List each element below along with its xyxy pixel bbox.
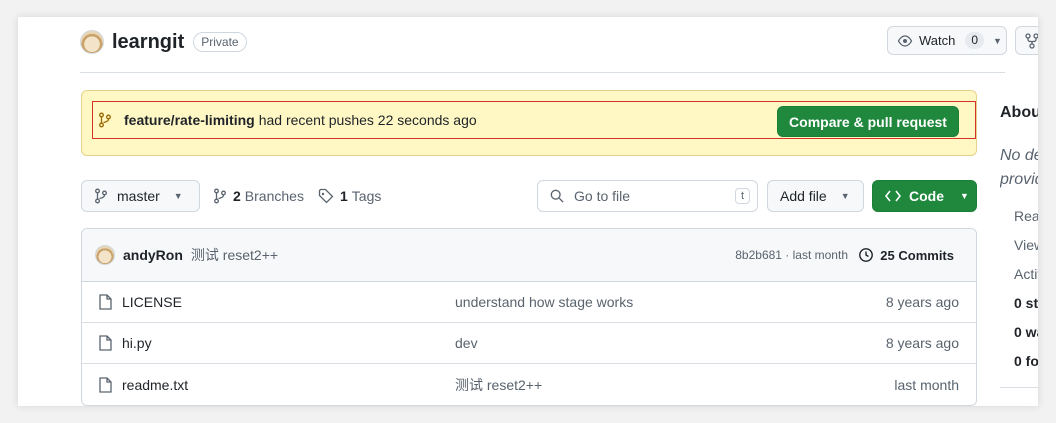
- chevron-down-icon: ▼: [840, 191, 850, 201]
- watch-label: Watch: [919, 33, 956, 48]
- pushed-branch-link[interactable]: feature/rate-limiting: [124, 112, 255, 128]
- commit-message[interactable]: 测试 reset2++: [191, 245, 278, 265]
- chevron-down-icon: ▼: [960, 191, 969, 201]
- code-button[interactable]: Code ▼: [872, 180, 977, 212]
- latest-commit-row: andyRon 测试 reset2++ 8b2b681 · last month…: [82, 229, 976, 282]
- file-icon: [99, 376, 112, 393]
- readme-link[interactable]: Readme: [1001, 208, 1038, 224]
- branch-selector[interactable]: master ▼: [81, 180, 200, 212]
- fork-icon: [1025, 32, 1038, 49]
- file-icon: [99, 335, 112, 351]
- file-table: andyRon 测试 reset2++ 8b2b681 · last month…: [81, 228, 977, 406]
- banner-text: had recent pushes 22 seconds ago: [258, 112, 477, 128]
- code-label: Code: [909, 188, 944, 204]
- visibility-badge: Private: [193, 32, 247, 52]
- shortcut-key: t: [734, 188, 750, 204]
- activity-link[interactable]: Activity: [1001, 266, 1038, 282]
- eye-icon: [897, 34, 913, 47]
- add-file-label: Add file: [780, 188, 827, 204]
- banner-highlight: feature/rate-limiting had recent pushes …: [92, 101, 976, 139]
- about-desc-line2: provided: [1000, 171, 1038, 188]
- about-title: About: [1000, 104, 1038, 121]
- file-name[interactable]: LICENSE: [122, 294, 182, 310]
- commit-hash-time[interactable]: 8b2b681 · last month: [735, 248, 848, 262]
- repo-name[interactable]: learngit: [112, 31, 184, 54]
- tags-count: 1: [340, 188, 348, 204]
- branches-count: 2: [233, 188, 241, 204]
- chevron-down-icon: ▼: [993, 35, 1002, 46]
- owner-avatar[interactable]: [80, 30, 104, 54]
- commit-author-avatar[interactable]: [95, 245, 115, 265]
- file-commit-time: last month: [894, 376, 959, 393]
- readme-label: Readme: [1014, 208, 1038, 224]
- commits-history-link[interactable]: 25 Commits: [858, 247, 954, 263]
- history-icon: [859, 248, 874, 262]
- file-name[interactable]: hi.py: [122, 335, 152, 351]
- stars-link[interactable]: 0 stars: [1001, 295, 1038, 311]
- go-to-file-input[interactable]: Go to file t: [537, 180, 758, 212]
- watch-count: 0: [965, 32, 985, 49]
- file-commit-time: 8 years ago: [885, 335, 959, 351]
- file-commit-message[interactable]: 测试 reset2++: [455, 375, 542, 395]
- tags-label: Tags: [351, 188, 382, 204]
- code-icon: [885, 190, 901, 202]
- header-divider: [80, 72, 1005, 73]
- activity-label: Activity: [1014, 266, 1038, 282]
- current-branch: master: [117, 188, 160, 204]
- branches-label: Branches: [244, 188, 304, 204]
- watch-button[interactable]: Watch 0 ▼: [887, 26, 1007, 55]
- watching-link[interactable]: 0 watching: [1001, 324, 1038, 340]
- commit-author[interactable]: andyRon: [123, 247, 183, 263]
- recent-push-banner: feature/rate-limiting had recent pushes …: [81, 90, 977, 156]
- file-icon: [99, 294, 112, 310]
- branch-icon: [99, 112, 111, 128]
- tag-icon: [318, 188, 334, 204]
- tags-link[interactable]: 1 Tags: [318, 180, 381, 212]
- github-repo-page: learngit Private Watch 0 ▼ feature/rate-…: [18, 17, 1038, 406]
- branch-icon: [214, 188, 226, 204]
- go-to-file-placeholder: Go to file: [574, 188, 631, 204]
- table-row[interactable]: readme.txt 测试 reset2++ last month: [82, 364, 976, 405]
- add-file-button[interactable]: Add file ▼: [767, 180, 864, 212]
- repo-header: learngit Private: [80, 29, 247, 55]
- license-link[interactable]: View license: [1001, 237, 1038, 253]
- table-row[interactable]: LICENSE understand how stage works 8 yea…: [82, 282, 976, 323]
- forks-link[interactable]: 0 forks: [1001, 353, 1038, 369]
- forks-label: 0 forks: [1014, 353, 1038, 369]
- compare-pull-request-button[interactable]: Compare & pull request: [777, 106, 959, 137]
- branches-link[interactable]: 2 Branches: [213, 180, 304, 212]
- file-commit-message[interactable]: dev: [455, 335, 478, 351]
- fork-button[interactable]: [1015, 26, 1038, 55]
- file-commit-message[interactable]: understand how stage works: [455, 294, 633, 310]
- watching-label: 0 watching: [1014, 324, 1038, 340]
- about-desc-line1: No description,: [1000, 147, 1038, 164]
- branch-icon: [95, 188, 107, 204]
- stars-label: 0 stars: [1014, 295, 1038, 311]
- file-name[interactable]: readme.txt: [122, 377, 188, 393]
- file-commit-time: 8 years ago: [885, 294, 959, 310]
- license-label: View license: [1014, 237, 1038, 253]
- about-description: No description, provided: [1000, 144, 1038, 192]
- table-row[interactable]: hi.py dev 8 years ago: [82, 323, 976, 364]
- sidebar-divider: [1000, 387, 1038, 388]
- chevron-down-icon: ▼: [173, 191, 183, 201]
- search-icon: [550, 189, 564, 203]
- commits-count: 25 Commits: [880, 247, 954, 263]
